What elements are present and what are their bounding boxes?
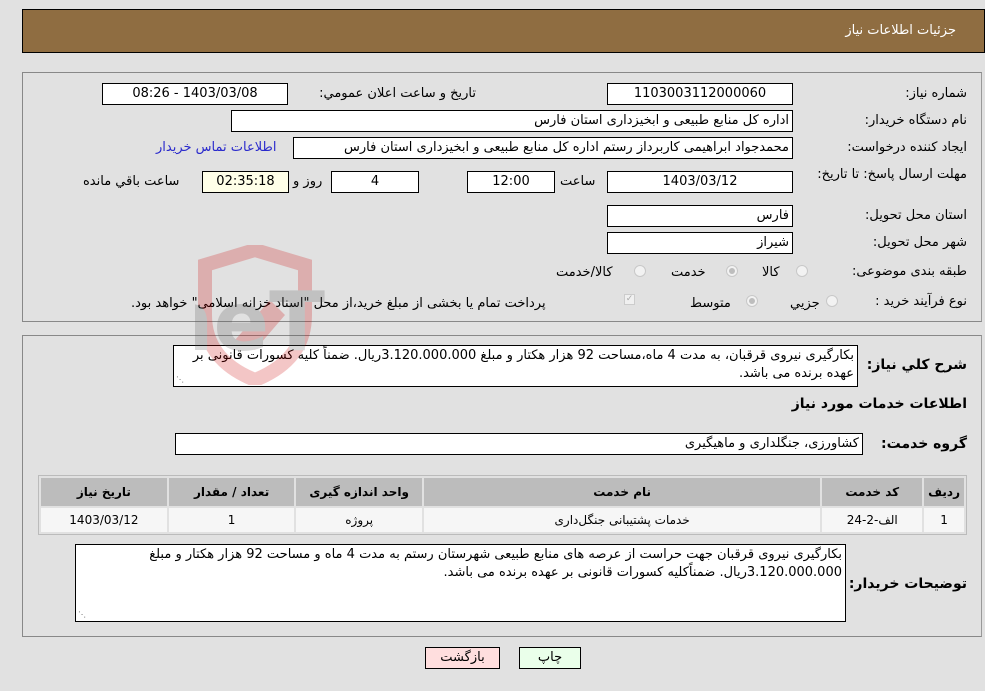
remaining-time-field: 02:35:18 — [202, 171, 289, 193]
remaining-days-field: 4 — [331, 171, 419, 193]
delivery-city-label: شهر محل تحویل: — [872, 235, 967, 250]
category-radio-goods[interactable] — [796, 265, 808, 277]
summary-label: شرح کلي نياز: — [866, 357, 967, 373]
col-row: ردیف — [924, 478, 964, 506]
need-number-label: شماره نیاز: — [905, 86, 967, 101]
buyer-org-label: نام دستگاه خريدار: — [864, 113, 967, 128]
buyer-notes-text: بکارگیری نیروی قرقبان جهت حراست از عرصه … — [149, 547, 842, 580]
cell-service-code: الف-2-24 — [822, 508, 923, 532]
col-service-name: نام خدمت — [423, 478, 821, 506]
delivery-province-field: فارس — [607, 205, 793, 227]
service-group-field: کشاورزی، جنگلداری و ماهیگیری — [175, 433, 863, 455]
table-header-row: ردیف کد خدمت نام خدمت واحد اندازه گیری ت… — [41, 478, 964, 506]
remaining-time-label: ساعت باقي مانده — [83, 174, 180, 189]
services-section-title: اطلاعات خدمات مورد نیاز — [791, 396, 967, 412]
category-option-goods: کالا — [762, 265, 780, 280]
page-title: جزئیات اطلاعات نیاز — [845, 23, 956, 38]
service-group-label: گروه خدمت: — [881, 436, 967, 452]
purchase-type-option-medium: متوسط — [690, 296, 731, 311]
delivery-city-field: شیراز — [607, 232, 793, 254]
treasury-note: پرداخت تمام یا بخشی از مبلغ خرید،از محل … — [131, 296, 546, 311]
resize-grip-icon[interactable]: ⋰ — [78, 611, 86, 619]
requester-field: محمدجواد ابراهیمی کاربرداز رستم اداره کل… — [293, 137, 793, 159]
category-label: طبقه بندی موضوعی: — [851, 264, 967, 279]
category-radio-goods-service[interactable] — [634, 265, 646, 277]
need-number-field: 1103003112000060 — [607, 83, 793, 105]
deadline-time-field: 12:00 — [467, 171, 555, 193]
deadline-date-field: 1403/03/12 — [607, 171, 793, 193]
days-label: روز و — [293, 174, 323, 189]
buyer-contact-link[interactable]: اطلاعات تماس خریدار — [156, 140, 276, 155]
print-button[interactable]: چاپ — [519, 647, 581, 669]
announce-datetime-field: 1403/03/08 - 08:26 — [102, 83, 288, 105]
cell-service-name: خدمات پشتیبانی جنگل‌داری — [423, 508, 821, 532]
category-radio-service[interactable] — [726, 265, 738, 277]
deadline-label: مهلت ارسال پاسخ: تا تاریخ: — [817, 167, 967, 182]
cell-quantity: 1 — [168, 508, 295, 532]
col-unit: واحد اندازه گیری — [296, 478, 422, 506]
services-table: ردیف کد خدمت نام خدمت واحد اندازه گیری ت… — [38, 475, 967, 535]
page-header: جزئیات اطلاعات نیاز — [22, 9, 985, 53]
deadline-time-label: ساعت — [560, 174, 596, 189]
resize-grip-icon[interactable]: ⋰ — [176, 376, 184, 384]
category-option-service: خدمت — [671, 265, 706, 280]
col-service-code: کد خدمت — [822, 478, 923, 506]
cell-unit: پروژه — [296, 508, 422, 532]
buyer-notes-textarea[interactable]: بکارگیری نیروی قرقبان جهت حراست از عرصه … — [75, 544, 846, 622]
purchase-type-option-minor: جزيي — [790, 296, 820, 311]
summary-text: بکارگیری نیروی قرقبان، به مدت 4 ماه،مساح… — [192, 348, 854, 381]
col-need-date: تاریخ نیاز — [41, 478, 167, 506]
cell-need-date: 1403/03/12 — [41, 508, 167, 532]
purchase-type-radio-medium[interactable] — [746, 295, 758, 307]
treasury-checkbox[interactable]: ✓ — [624, 294, 635, 305]
announce-datetime-label: تاریخ و ساعت اعلان عمومي: — [319, 86, 476, 101]
summary-textarea[interactable]: بکارگیری نیروی قرقبان، به مدت 4 ماه،مساح… — [173, 345, 858, 387]
cell-row: 1 — [924, 508, 964, 532]
back-button[interactable]: بازگشت — [425, 647, 500, 669]
category-option-goods-service: کالا/خدمت — [556, 265, 613, 280]
delivery-province-label: استان محل تحویل: — [865, 208, 967, 223]
table-row: 1 الف-2-24 خدمات پشتیبانی جنگل‌داری پروژ… — [41, 508, 964, 532]
col-quantity: تعداد / مقدار — [168, 478, 295, 506]
buyer-notes-label: توضیحات خریدار: — [848, 576, 967, 592]
requester-label: ایجاد کننده درخواست: — [847, 140, 967, 155]
buyer-org-field: اداره کل منابع طبیعی و ابخیزداری استان ف… — [231, 110, 793, 132]
purchase-type-radio-minor[interactable] — [826, 295, 838, 307]
purchase-type-label: نوع فرآیند خرید : — [875, 294, 967, 309]
